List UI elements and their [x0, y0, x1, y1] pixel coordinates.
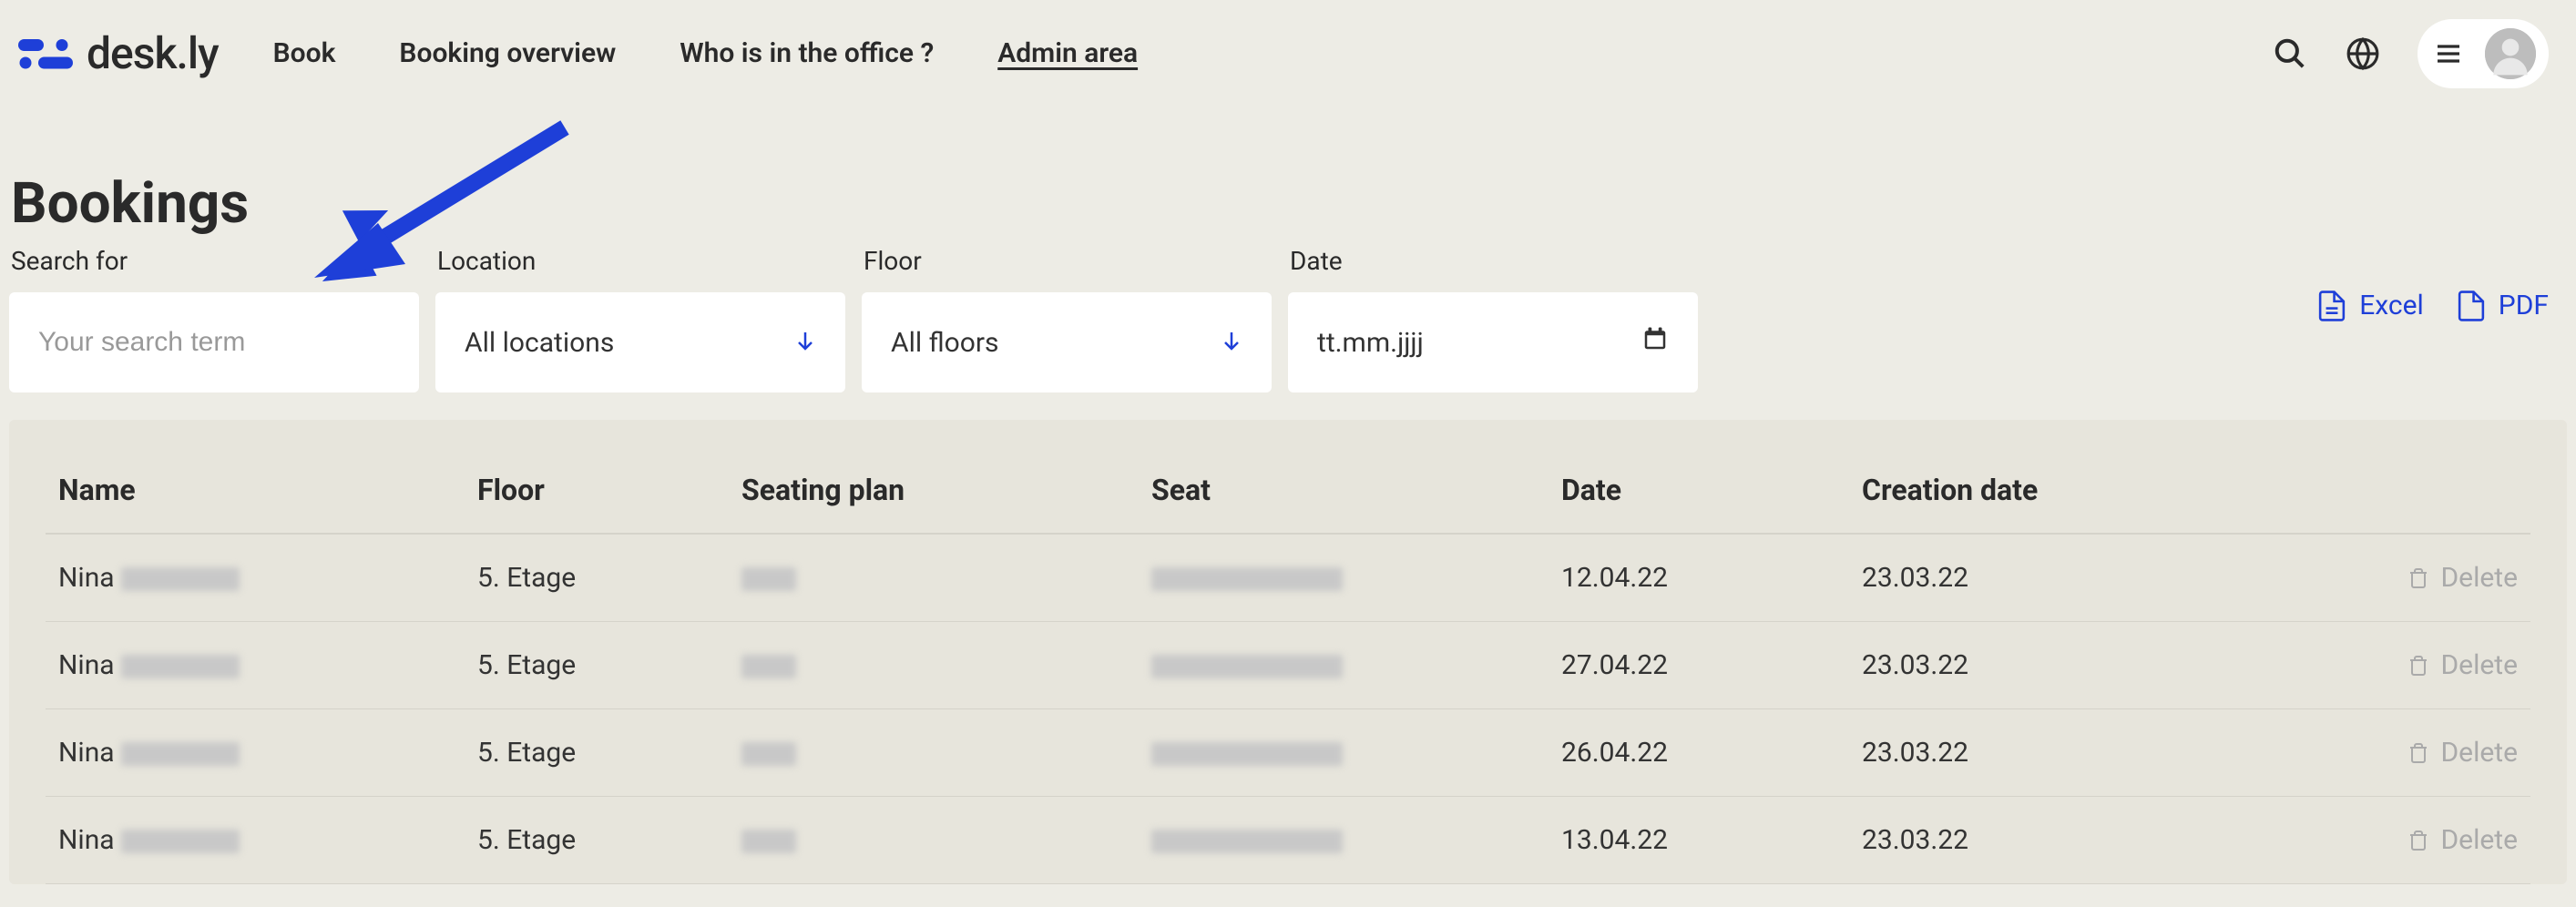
location-label: Location: [435, 246, 845, 276]
cell-floor: 5. Etage: [465, 534, 729, 622]
arrow-down-icon: [1221, 327, 1242, 359]
globe-icon[interactable]: [2345, 36, 2381, 72]
cell-date: 13.04.22: [1549, 797, 1849, 884]
cell-seat: xxxxxxxxxxx: [1139, 709, 1549, 797]
cell-delete: Delete: [2213, 797, 2530, 884]
profile-menu[interactable]: [2418, 19, 2549, 88]
delete-label: Delete: [2440, 737, 2518, 769]
cell-date: 12.04.22: [1549, 534, 1849, 622]
floor-value: All floors: [891, 327, 999, 359]
cell-seat: xxxxxxxxxxx: [1139, 622, 1549, 709]
export-excel-label: Excel: [2359, 290, 2424, 321]
file-icon: [2317, 290, 2346, 322]
trash-icon: [2407, 653, 2429, 678]
file-icon: [2457, 290, 2486, 322]
cell-floor: 5. Etage: [465, 797, 729, 884]
nav-admin-area[interactable]: Admin area: [997, 37, 1138, 69]
bookings-table: Name Floor Seating plan Seat Date Creati…: [46, 447, 2530, 884]
cell-name: Nina xxxxxxxx: [46, 534, 465, 622]
table-container: Name Floor Seating plan Seat Date Creati…: [9, 420, 2567, 884]
th-seat[interactable]: Seat: [1139, 447, 1549, 534]
hamburger-icon: [2430, 36, 2467, 72]
filter-location: Location All locations: [435, 246, 845, 392]
logo-text: desk.ly: [87, 27, 219, 79]
table-row[interactable]: Nina xxxxxxxx 5. Etage xxx xxxxxxxxxxx 2…: [46, 709, 2530, 797]
search-input[interactable]: [9, 292, 419, 392]
logo-icon: [18, 36, 77, 72]
trash-icon: [2407, 828, 2429, 853]
cell-date: 26.04.22: [1549, 709, 1849, 797]
cell-creation-date: 23.03.22: [1849, 709, 2213, 797]
export-buttons: Excel PDF: [2317, 290, 2567, 350]
header: desk.ly Book Booking overview Who is in …: [0, 0, 2576, 107]
cell-delete: Delete: [2213, 622, 2530, 709]
nav: Book Booking overview Who is in the offi…: [273, 37, 1139, 69]
floor-dropdown[interactable]: All floors: [862, 292, 1272, 392]
cell-name: Nina xxxxxxxx: [46, 797, 465, 884]
filter-floor: Floor All floors: [862, 246, 1272, 392]
table-row[interactable]: Nina xxxxxxxx 5. Etage xxx xxxxxxxxxxx 1…: [46, 797, 2530, 884]
floor-label: Floor: [862, 246, 1272, 276]
delete-button[interactable]: Delete: [2226, 649, 2518, 681]
table-row[interactable]: Nina xxxxxxxx 5. Etage xxx xxxxxxxxxxx 2…: [46, 622, 2530, 709]
date-input[interactable]: tt.mm.jjjj: [1288, 292, 1698, 392]
delete-label: Delete: [2440, 649, 2518, 681]
search-label: Search for: [9, 246, 419, 276]
cell-seating-plan: xxx: [729, 709, 1139, 797]
cell-seating-plan: xxx: [729, 797, 1139, 884]
logo[interactable]: desk.ly: [18, 27, 219, 79]
cell-seating-plan: xxx: [729, 534, 1139, 622]
header-right: [2272, 19, 2549, 88]
page-title: Bookings: [9, 170, 2567, 237]
location-value: All locations: [465, 327, 614, 359]
cell-name: Nina xxxxxxxx: [46, 622, 465, 709]
location-dropdown[interactable]: All locations: [435, 292, 845, 392]
th-seating-plan[interactable]: Seating plan: [729, 447, 1139, 534]
cell-delete: Delete: [2213, 709, 2530, 797]
cell-creation-date: 23.03.22: [1849, 534, 2213, 622]
table-row[interactable]: Nina xxxxxxxx 5. Etage xxx xxxxxxxxxxx 1…: [46, 534, 2530, 622]
nav-booking-overview[interactable]: Booking overview: [399, 37, 616, 69]
arrow-down-icon: [794, 327, 816, 359]
cell-seat: xxxxxxxxxxx: [1139, 797, 1549, 884]
cell-seat: xxxxxxxxxxx: [1139, 534, 1549, 622]
th-date[interactable]: Date: [1549, 447, 1849, 534]
th-floor[interactable]: Floor: [465, 447, 729, 534]
filters-row: Search for Location All locations Floor …: [9, 246, 2567, 392]
cell-date: 27.04.22: [1549, 622, 1849, 709]
date-placeholder: tt.mm.jjjj: [1317, 327, 1424, 359]
avatar: [2485, 28, 2536, 79]
cell-name: Nina xxxxxxxx: [46, 709, 465, 797]
export-pdf-button[interactable]: PDF: [2457, 290, 2549, 322]
cell-floor: 5. Etage: [465, 622, 729, 709]
cell-floor: 5. Etage: [465, 709, 729, 797]
delete-button[interactable]: Delete: [2226, 737, 2518, 769]
export-excel-button[interactable]: Excel: [2317, 290, 2424, 322]
trash-icon: [2407, 566, 2429, 591]
nav-book[interactable]: Book: [273, 37, 336, 69]
main: Bookings Search for Location All locatio…: [0, 170, 2576, 884]
th-creation-date[interactable]: Creation date: [1849, 447, 2213, 534]
date-label: Date: [1288, 246, 1698, 276]
filter-date: Date tt.mm.jjjj: [1288, 246, 1698, 392]
delete-label: Delete: [2440, 562, 2518, 594]
trash-icon: [2407, 740, 2429, 766]
cell-creation-date: 23.03.22: [1849, 622, 2213, 709]
th-name[interactable]: Name: [46, 447, 465, 534]
delete-button[interactable]: Delete: [2226, 824, 2518, 856]
nav-who-office[interactable]: Who is in the office ?: [680, 37, 934, 69]
filter-search: Search for: [9, 246, 419, 392]
delete-button[interactable]: Delete: [2226, 562, 2518, 594]
delete-label: Delete: [2440, 824, 2518, 856]
cell-creation-date: 23.03.22: [1849, 797, 2213, 884]
export-pdf-label: PDF: [2499, 290, 2549, 321]
cell-seating-plan: xxx: [729, 622, 1139, 709]
cell-delete: Delete: [2213, 534, 2530, 622]
th-actions: [2213, 447, 2530, 534]
table-header-row: Name Floor Seating plan Seat Date Creati…: [46, 447, 2530, 534]
calendar-icon: [1641, 325, 1669, 360]
search-icon[interactable]: [2272, 36, 2308, 72]
